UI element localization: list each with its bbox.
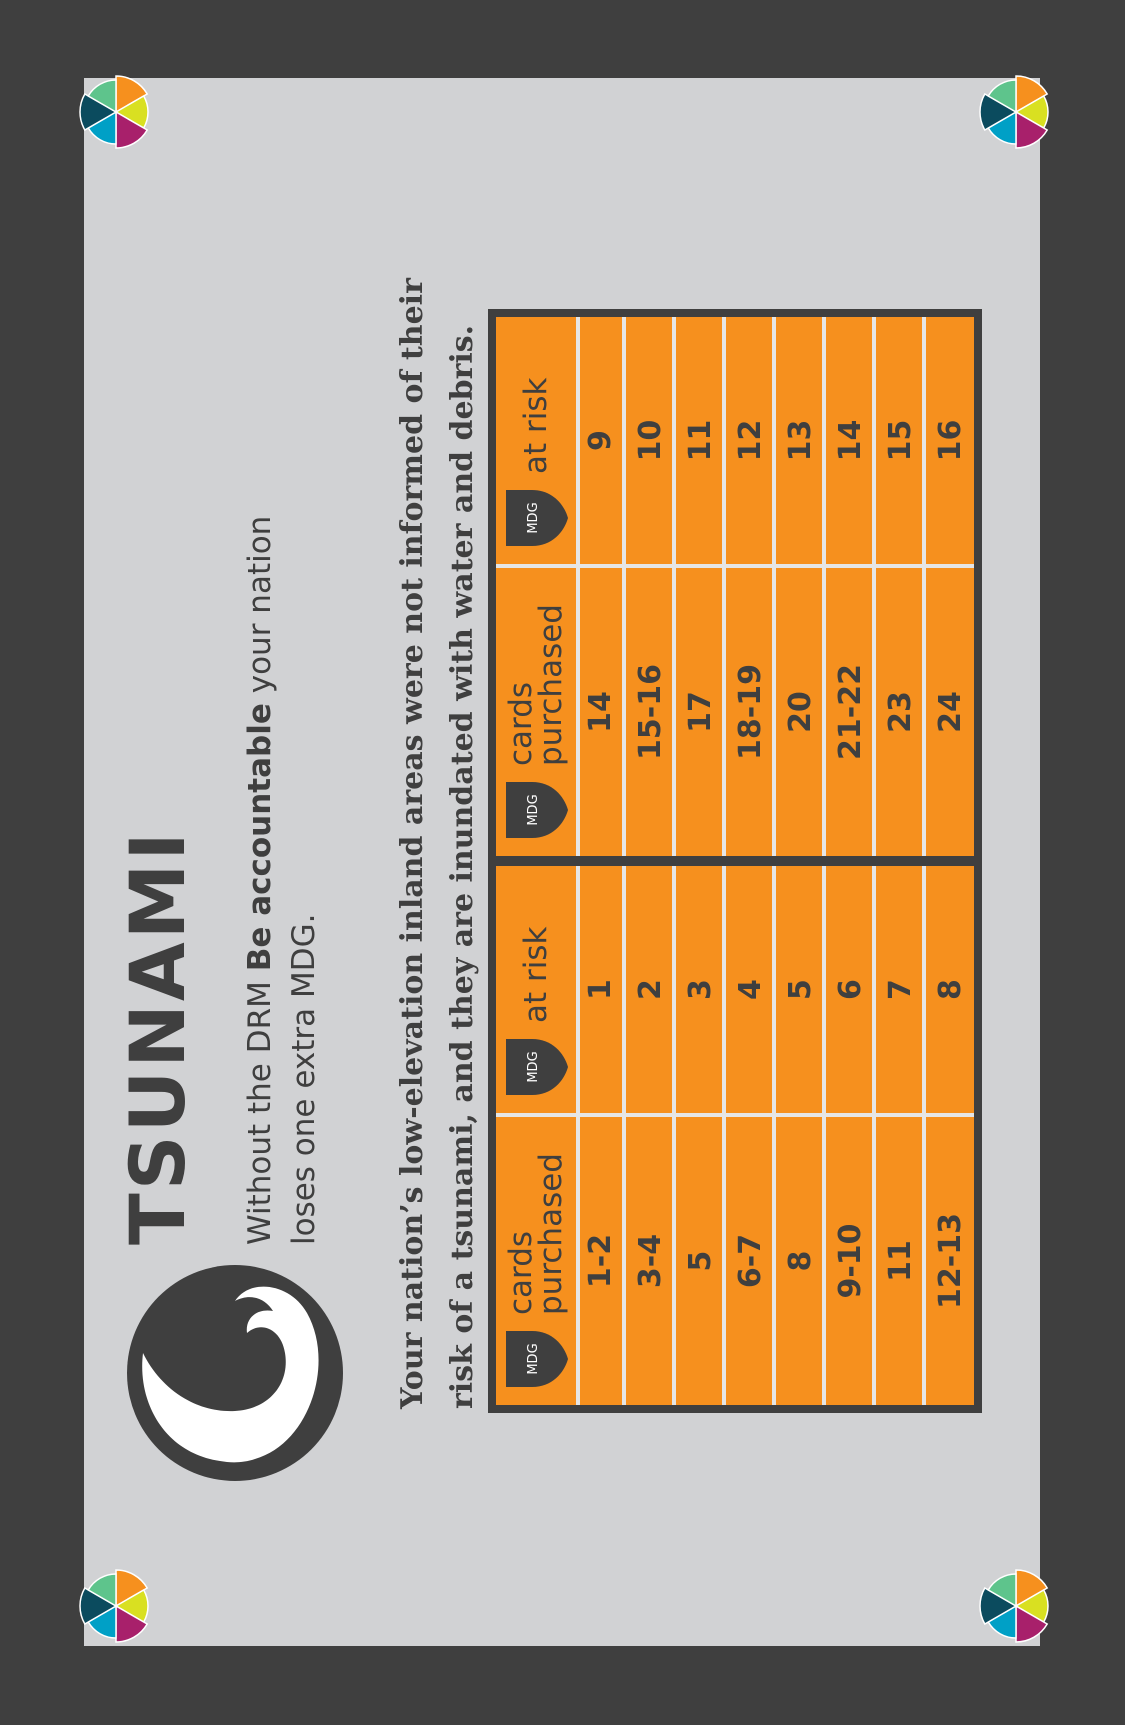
at-risk-cell: 12 — [733, 419, 768, 462]
cards-purchased-cell: 18-19 — [733, 664, 768, 760]
cards-purchased-cell: 17 — [683, 691, 718, 733]
at-risk-cell: 13 — [783, 419, 818, 462]
table-row: 20 13 — [780, 317, 826, 856]
risk-table-frame: MDG cards purchased MDG at risk 1-2 1 3-4 2… — [488, 309, 982, 1413]
cards-purchased-cell: 6-7 — [733, 1233, 768, 1289]
cards-purchased-cell: 23 — [883, 691, 918, 733]
mdg-shield-icon: MDG — [506, 490, 568, 546]
table-row: 17 11 — [680, 317, 726, 856]
subtitle-bold-text: Be accountable — [242, 703, 278, 972]
shield-label: MDG — [526, 502, 541, 533]
cards-purchased-cell: 11 — [883, 1240, 918, 1282]
header-cards-purchased: MDG cards purchased — [496, 564, 576, 856]
table-row: 1-2 1 — [580, 866, 626, 1405]
table-row: 53 — [680, 866, 726, 1405]
card-title: TSUNAMI — [113, 829, 202, 1245]
risk-table-right: MDG cards purchased MDG at risk 14 9 15-16… — [496, 317, 974, 856]
header-at-risk: MDG at risk — [496, 866, 576, 1113]
table-row: 9-10 6 — [830, 866, 876, 1405]
subtitle-text: Without the DRM — [242, 971, 278, 1245]
card-description: Your nation’s low-elevation inland areas… — [395, 278, 480, 1409]
at-risk-cell: 9 — [583, 430, 618, 451]
header-risk-label: at risk — [518, 926, 554, 1023]
shield-label: MDG — [526, 794, 541, 825]
cards-purchased-cell: 1-2 — [583, 1233, 618, 1289]
table-row: 24 16 — [930, 317, 974, 856]
cards-purchased-cell: 14 — [583, 691, 618, 733]
cards-purchased-cell: 12-13 — [933, 1213, 968, 1309]
table-header: MDG cards purchased MDG at risk — [496, 317, 580, 856]
at-risk-cell: 1 — [583, 979, 618, 1000]
at-risk-cell: 3 — [683, 979, 718, 1000]
cards-purchased-cell: 15-16 — [633, 664, 668, 760]
table-row: 23 15 — [880, 317, 926, 856]
table-row: 21-22 14 — [830, 317, 876, 856]
cards-purchased-cell: 24 — [933, 691, 968, 733]
table-row: 14 9 — [580, 317, 626, 856]
table-row: 6-7 4 — [730, 866, 776, 1405]
mdg-shield-icon: MDG — [506, 1331, 568, 1387]
at-risk-cell: 4 — [733, 979, 768, 1000]
cards-purchased-cell: 9-10 — [833, 1223, 868, 1299]
table-row: 15-16 10 — [630, 317, 676, 856]
mdg-shield-icon: MDG — [506, 782, 568, 838]
rotated-card-content: TSUNAMI Without the DRM Be accountable y… — [0, 0, 1125, 1725]
cards-purchased-cell: 5 — [683, 1250, 718, 1272]
cards-purchased-cell: 3-4 — [633, 1233, 668, 1289]
at-risk-cell: 8 — [933, 979, 968, 1000]
at-risk-cell: 11 — [683, 419, 718, 462]
risk-table-left: MDG cards purchased MDG at risk 1-2 1 3-4 2… — [496, 866, 974, 1405]
header-risk-label: at risk — [518, 377, 554, 474]
at-risk-cell: 16 — [933, 419, 968, 462]
header-cards-label: cards purchased — [503, 1153, 569, 1315]
cards-purchased-cell: 20 — [783, 691, 818, 733]
table-row: 18-19 12 — [730, 317, 776, 856]
header-cards-label: cards purchased — [503, 604, 569, 766]
shield-label: MDG — [526, 1343, 541, 1374]
tsunami-wave-icon — [127, 1265, 343, 1481]
at-risk-cell: 10 — [633, 419, 668, 462]
at-risk-cell: 5 — [783, 979, 818, 1000]
at-risk-cell: 6 — [833, 979, 868, 1000]
table-header: MDG cards purchased MDG at risk — [496, 866, 580, 1405]
at-risk-cell: 7 — [883, 979, 918, 1000]
table-row: 12-13 8 — [930, 866, 974, 1405]
mdg-shield-icon: MDG — [506, 1039, 568, 1095]
at-risk-cell: 2 — [633, 979, 668, 1000]
table-row: 11 7 — [880, 866, 926, 1405]
cards-purchased-cell: 21-22 — [833, 664, 868, 760]
header-at-risk: MDG at risk — [496, 317, 576, 564]
header-cards-purchased: MDG cards purchased — [496, 1113, 576, 1405]
table-row: 3-4 2 — [630, 866, 676, 1405]
table-row: 85 — [780, 866, 826, 1405]
card-subtitle: Without the DRM Be accountable your nati… — [238, 445, 326, 1245]
at-risk-cell: 15 — [883, 419, 918, 462]
shield-label: MDG — [526, 1051, 541, 1082]
at-risk-cell: 14 — [833, 419, 868, 462]
cards-purchased-cell: 8 — [783, 1250, 818, 1272]
